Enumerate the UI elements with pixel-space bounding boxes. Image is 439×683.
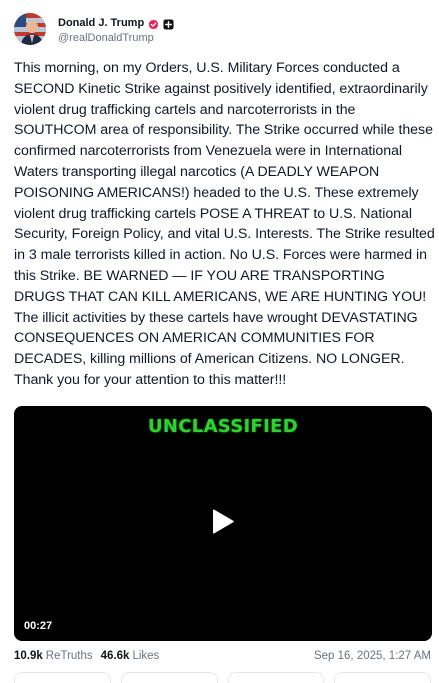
video-banner-text: UNCLASSIFIED <box>148 416 298 437</box>
handle[interactable]: @realDonaldTrump <box>58 32 174 44</box>
truth-post: Donald J. Trump @realDonaldTrump This mo… <box>0 0 439 683</box>
video-player[interactable]: UNCLASSIFIED 00:27 <box>14 406 432 641</box>
retruths-stat[interactable]: 10.9k ReTruths <box>14 650 93 662</box>
post-header: Donald J. Trump @realDonaldTrump <box>14 12 174 46</box>
name-row: Donald J. Trump <box>58 15 174 31</box>
post-text: This morning, on my Orders, U.S. Militar… <box>14 60 435 388</box>
likes-count: 46.6k <box>100 650 130 662</box>
likes-label: Likes <box>132 650 160 662</box>
likes-stat[interactable]: 46.6k Likes <box>101 650 160 662</box>
display-name[interactable]: Donald J. Trump <box>58 17 144 29</box>
retruths-label: ReTruths <box>45 650 93 662</box>
square-badge-icon <box>163 17 174 30</box>
verified-badge-icon <box>148 17 159 30</box>
avatar[interactable] <box>14 13 46 45</box>
retruths-count: 10.9k <box>14 650 43 662</box>
post-timestamp[interactable]: Sep 16, 2025, 1:27 AM <box>314 650 431 662</box>
play-button[interactable] <box>195 496 251 552</box>
action-buttons-row <box>14 672 431 683</box>
post-stats: 10.9k ReTruths 46.6k Likes Sep 16, 2025,… <box>14 648 431 664</box>
video-duration: 00:27 <box>24 620 53 632</box>
play-icon <box>210 508 236 541</box>
author-names: Donald J. Trump @realDonaldTrump <box>58 15 174 44</box>
